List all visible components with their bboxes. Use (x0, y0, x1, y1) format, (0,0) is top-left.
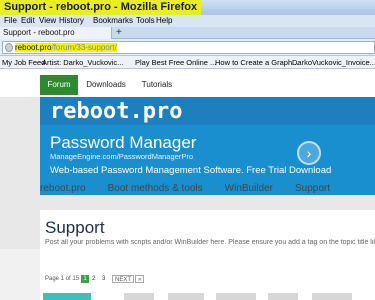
menu-file[interactable]: File (4, 15, 17, 27)
breadcrumb-arrow-icon: → (91, 183, 102, 194)
new-tab-button[interactable]: + (116, 27, 122, 39)
ad-url[interactable]: ManageEngine.com/PasswordManagerPro (50, 152, 193, 161)
window-titlebar: Support - reboot.pro - Mozilla Firefox (0, 0, 375, 15)
ad-title[interactable]: Password Manager (50, 133, 196, 153)
bookmark-job-feed[interactable]: My Job Feed (2, 56, 45, 68)
page-1[interactable]: 1 (81, 275, 89, 283)
page-title: Support (45, 218, 105, 237)
site-identity-icon[interactable] (5, 43, 13, 52)
bookmarks-toolbar: My Job Feed Artist: Darko_Vuckovic... Pl… (0, 56, 375, 69)
breadcrumb-arrow-icon: → (279, 183, 290, 194)
url-path: /forum/33-support/ (51, 43, 117, 52)
page-3[interactable]: 3 (102, 275, 105, 283)
breadcrumb-arrow-icon: → (208, 183, 219, 194)
nav-forum[interactable]: Forum (40, 75, 78, 95)
action-bar (40, 291, 375, 300)
url-highlight: reboot.pro/forum/33-support/ (15, 43, 117, 52)
forum-description: Post all your problems with scripts and/… (45, 239, 375, 246)
breadcrumb-winbuilder[interactable]: WinBuilder (225, 183, 273, 194)
ad-arrow-icon[interactable]: › (297, 141, 321, 165)
url-host: reboot.pro (15, 43, 52, 52)
bookmark-play-free[interactable]: Play Best Free Online ... (135, 56, 216, 68)
breadcrumb: reboot.pro → Boot methods & tools → WinBuild… (40, 183, 330, 194)
breadcrumb-boot-methods[interactable]: Boot methods & tools (108, 183, 203, 194)
menu-history[interactable]: History (59, 15, 84, 27)
site-logo[interactable]: reboot.pro (50, 99, 182, 124)
filter-tab[interactable] (268, 293, 298, 300)
page-content: Forum Downloads Tutorials reboot.pro Pas… (0, 69, 375, 300)
tab-support[interactable]: Support - reboot.pro (0, 27, 112, 39)
logo-band: reboot.pro (40, 97, 375, 125)
site-nav: Forum Downloads Tutorials (0, 69, 375, 97)
menu-bookmarks[interactable]: Bookmarks (93, 15, 133, 27)
address-bar[interactable]: reboot.pro/forum/33-support/ (2, 41, 375, 54)
bookmark-graph[interactable]: How to Create a Graph... (215, 56, 298, 68)
forum-panel: Support Post all your problems with scri… (40, 210, 375, 300)
filter-tab[interactable] (216, 293, 256, 300)
next-page-button[interactable]: NEXT (112, 275, 135, 283)
nav-downloads[interactable]: Downloads (80, 75, 132, 95)
page-2[interactable]: 2 (92, 275, 95, 283)
menu-help[interactable]: Help (156, 15, 172, 27)
filter-tab[interactable] (168, 293, 204, 300)
menu-tools[interactable]: Tools (136, 15, 155, 27)
tab-bar: Support - reboot.pro + (0, 27, 375, 39)
last-page-button[interactable]: » (135, 275, 145, 283)
navigation-bar: reboot.pro/forum/33-support/ (0, 39, 375, 56)
breadcrumb-support: Support (295, 183, 331, 194)
window-title: Support - reboot.pro - Mozilla Firefox (0, 0, 202, 15)
menu-view[interactable]: View (39, 15, 56, 27)
filter-tab[interactable] (124, 293, 154, 300)
ad-description: Web-based Password Management Software. … (50, 165, 332, 176)
filter-tab[interactable] (312, 293, 352, 300)
menu-edit[interactable]: Edit (21, 15, 35, 27)
menu-bar: File Edit View History Bookmarks Tools H… (0, 15, 375, 27)
bookmark-invoice[interactable]: DarkoVuckovic_Invoice... (292, 56, 375, 68)
nav-tutorials[interactable]: Tutorials (134, 75, 180, 95)
start-topic-button[interactable] (43, 293, 91, 300)
page-count: Page 1 of 15 (45, 276, 80, 282)
breadcrumb-home[interactable]: reboot.pro (40, 183, 86, 194)
bookmark-artist[interactable]: Artist: Darko_Vuckovic... (42, 56, 123, 68)
